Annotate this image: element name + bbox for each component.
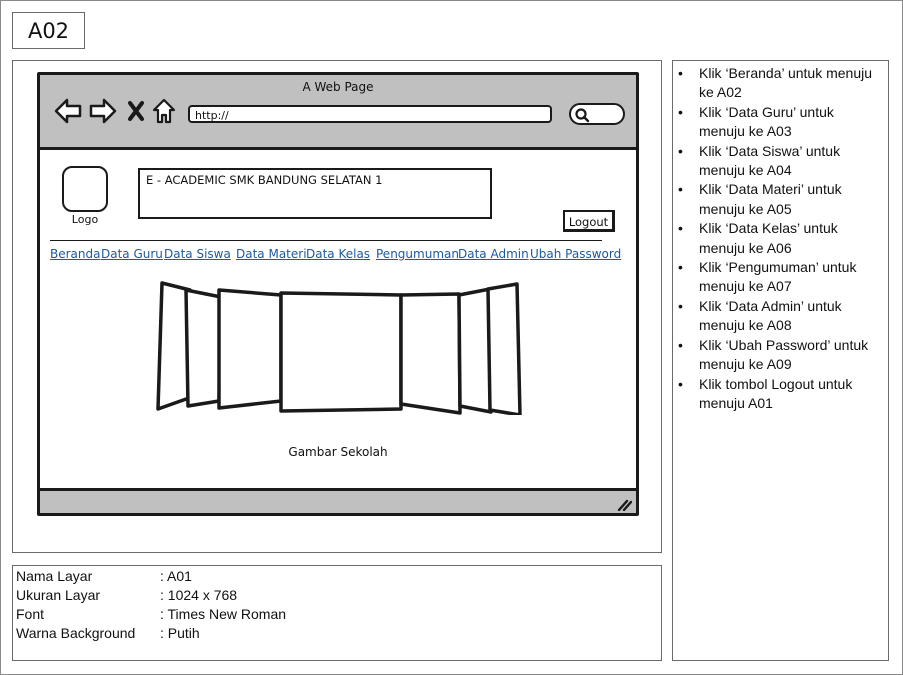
notes-list: Klik ‘Beranda’ untuk menuju ke A02 Klik … — [673, 64, 886, 413]
close-icon[interactable] — [126, 100, 146, 122]
nav-link-data-admin[interactable]: Data Admin — [458, 247, 529, 261]
info-key: Warna Background — [16, 625, 136, 641]
nav-link-data-siswa[interactable]: Data Siswa — [164, 247, 231, 261]
logo-label: Logo — [71, 213, 99, 226]
search-field[interactable] — [569, 103, 625, 125]
note-item: Klik ‘Data Siswa’ untuk menuju ke A04 — [673, 142, 886, 181]
info-value: : 1024 x 768 — [160, 587, 238, 603]
home-icon[interactable] — [151, 97, 177, 125]
note-item: Klik ‘Data Admin’ untuk menuju ke A08 — [673, 297, 886, 336]
nav-link-pengumuman[interactable]: Pengumuman — [376, 247, 459, 261]
info-value: : A01 — [160, 568, 192, 584]
search-icon — [575, 108, 590, 123]
note-item: Klik ‘Ubah Password’ untuk menuju ke A09 — [673, 336, 886, 375]
info-key: Font — [16, 606, 45, 622]
notes-panel: Klik ‘Beranda’ untuk menuju ke A02 Klik … — [672, 60, 889, 661]
nav-link-beranda[interactable]: Beranda — [50, 247, 100, 261]
screen-id-label: A02 — [12, 12, 85, 49]
screen-info-panel: Nama Layar : A01 Ukuran Layar : 1024 x 7… — [12, 565, 662, 661]
note-item: Klik tombol Logout untuk menuju A01 — [673, 375, 886, 414]
carousel-slide-left-2 — [184, 288, 223, 408]
note-item: Klik ‘Data Materi’ untuk menuju ke A05 — [673, 180, 886, 219]
nav-link-ubah-password[interactable]: Ubah Password — [530, 247, 621, 261]
nav-link-data-kelas[interactable]: Data Kelas — [306, 247, 370, 261]
browser-toolbar: A Web Page http:// — [40, 75, 636, 150]
note-item: Klik ‘Beranda’ untuk menuju ke A02 — [673, 64, 886, 103]
forward-arrow-icon[interactable] — [88, 97, 118, 125]
carousel-slide-right-2 — [457, 287, 493, 414]
info-key: Ukuran Layar — [16, 587, 101, 603]
logout-button[interactable]: Logout — [563, 210, 615, 232]
info-value: : Putih — [160, 625, 200, 641]
school-title: E - ACADEMIC SMK BANDUNG SELATAN 1 — [146, 173, 383, 187]
browser-window: A Web Page http:// Logo E - ACADEMIC SMK… — [37, 72, 639, 516]
nav-link-data-guru[interactable]: Data Guru — [101, 247, 163, 261]
carousel-slide-center — [279, 291, 403, 413]
back-arrow-icon[interactable] — [53, 97, 83, 125]
logo-image — [62, 166, 108, 212]
carousel-slide-left-1 — [217, 288, 283, 410]
image-carousel-icon[interactable] — [153, 275, 523, 415]
carousel-slide-right-3 — [486, 282, 522, 415]
school-title-box: E - ACADEMIC SMK BANDUNG SELATAN 1 — [138, 168, 492, 219]
url-input[interactable]: http:// — [188, 105, 552, 123]
info-key: Nama Layar — [16, 568, 93, 584]
carousel-slide-right-1 — [399, 292, 462, 415]
nav-divider — [50, 240, 602, 241]
note-item: Klik ‘Pengumuman’ untuk menuju ke A07 — [673, 258, 886, 297]
info-value: : Times New Roman — [160, 606, 287, 622]
note-item: Klik ‘Data Kelas’ untuk menuju ke A06 — [673, 219, 886, 258]
browser-statusbar — [40, 488, 636, 513]
browser-title: A Web Page — [302, 80, 374, 94]
resize-grip-icon[interactable] — [616, 497, 632, 511]
nav-link-data-materi[interactable]: Data Materi — [236, 247, 307, 261]
note-item: Klik ‘Data Guru’ untuk menuju ke A03 — [673, 103, 886, 142]
carousel-caption: Gambar Sekolah — [288, 445, 388, 459]
